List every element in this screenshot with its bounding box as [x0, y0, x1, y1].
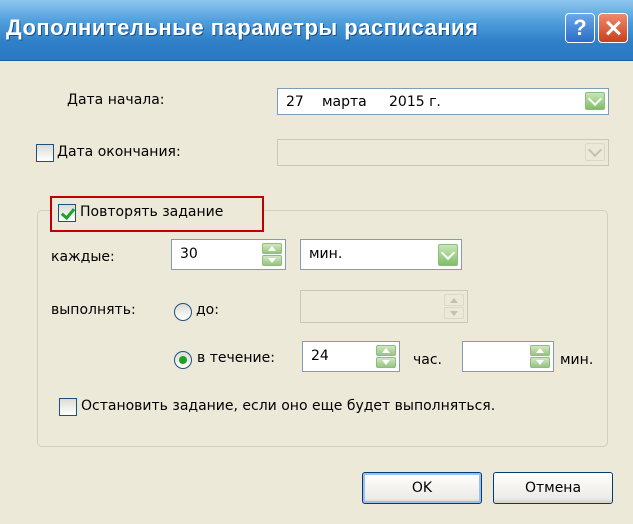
until-spin-buttons[interactable]	[444, 294, 464, 319]
chevron-down-icon	[587, 142, 603, 158]
spin-down-button[interactable]	[376, 357, 396, 368]
checkmark-icon	[60, 204, 76, 221]
until-radio[interactable]	[174, 303, 192, 321]
end-date-label: Дата окончания:	[57, 144, 181, 160]
every-value: 30	[180, 246, 198, 262]
until-time-spinner[interactable]	[300, 290, 468, 323]
hours-value: 24	[311, 348, 329, 364]
hours-spin-buttons[interactable]	[376, 345, 396, 368]
start-date-dropdown-button[interactable]	[585, 91, 605, 110]
spin-up-button[interactable]	[530, 345, 550, 356]
cancel-button[interactable]: Отмена	[493, 472, 613, 504]
arrow-down-icon	[382, 360, 390, 365]
every-unit-value: мин.	[309, 246, 343, 262]
every-value-spinner[interactable]: 30	[171, 239, 286, 270]
arrow-up-icon	[268, 246, 276, 251]
ok-button[interactable]: OK	[362, 472, 482, 504]
run-label: выполнять:	[51, 302, 136, 318]
spin-down-button[interactable]	[444, 307, 464, 319]
during-label: в течение:	[197, 350, 275, 366]
hours-spinner[interactable]: 24	[302, 341, 400, 372]
spin-up-button[interactable]	[444, 294, 464, 306]
every-unit-dropdown[interactable]: мин.	[300, 239, 462, 270]
end-date-picker[interactable]	[277, 139, 609, 166]
dialog-client-area: Дата начала: 27 марта 2015 г. Дата оконч…	[0, 60, 633, 524]
repeat-checkbox[interactable]	[58, 204, 76, 222]
arrow-down-icon	[450, 310, 458, 316]
spin-down-button[interactable]	[262, 255, 282, 266]
question-icon: ?	[573, 15, 587, 40]
chevron-down-icon	[587, 91, 603, 107]
minutes-unit-label: мин.	[560, 352, 594, 368]
unit-dropdown-button[interactable]	[438, 244, 458, 266]
arrow-up-icon	[536, 348, 544, 353]
close-button[interactable]	[598, 13, 628, 43]
stop-task-label: Остановить задание, если оно еще будет в…	[81, 398, 496, 414]
spin-up-button[interactable]	[376, 345, 396, 356]
start-date-year: 2015 г.	[389, 94, 441, 110]
arrow-down-icon	[536, 360, 544, 365]
minutes-spin-buttons[interactable]	[530, 345, 550, 368]
repeat-label: Повторять задание	[80, 204, 224, 220]
arrow-up-icon	[450, 297, 458, 303]
close-icon	[606, 20, 621, 36]
end-date-checkbox[interactable]	[36, 144, 54, 162]
during-radio[interactable]	[174, 351, 192, 369]
until-label: до:	[196, 302, 219, 318]
title-bar[interactable]: Дополнительные параметры расписания ?	[0, 0, 633, 61]
window-title: Дополнительные параметры расписания	[6, 15, 479, 40]
hours-unit-label: час.	[413, 352, 442, 368]
start-date-day: 27	[286, 94, 304, 110]
start-date-month: марта	[322, 94, 367, 110]
spin-down-button[interactable]	[530, 357, 550, 368]
arrow-up-icon	[382, 348, 390, 353]
arrow-down-icon	[268, 258, 276, 263]
chevron-down-icon	[440, 245, 456, 261]
start-date-picker[interactable]: 27 марта 2015 г.	[277, 88, 609, 115]
radio-selected-dot	[179, 356, 187, 364]
minutes-spinner[interactable]	[462, 341, 554, 372]
start-date-label: Дата начала:	[67, 92, 165, 108]
help-button[interactable]: ?	[565, 13, 595, 43]
every-spin-buttons[interactable]	[262, 243, 282, 266]
end-date-dropdown-button[interactable]	[585, 142, 605, 161]
every-label: каждые:	[51, 249, 115, 265]
stop-task-checkbox[interactable]	[59, 398, 77, 416]
spin-up-button[interactable]	[262, 243, 282, 254]
